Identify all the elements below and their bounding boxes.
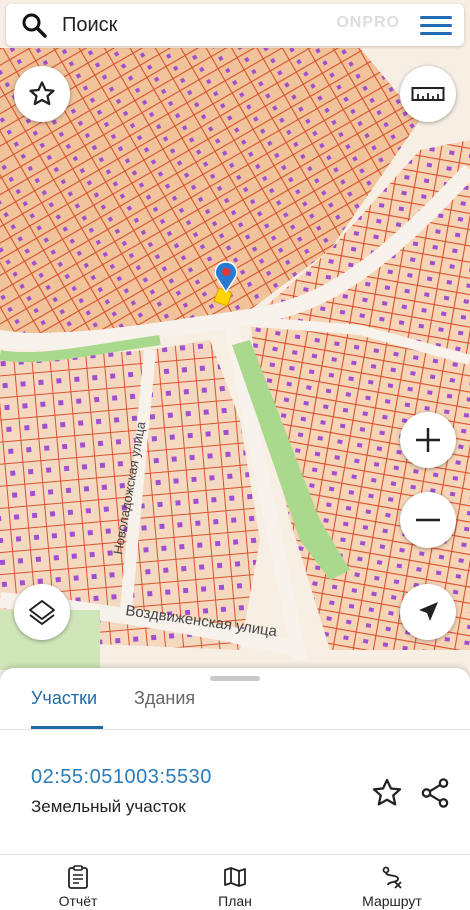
map-view[interactable]: Воздвиженская улица Новоладожская улица	[0, 0, 470, 680]
nav-report[interactable]: Отчёт	[28, 865, 128, 909]
locate-button[interactable]	[400, 584, 456, 640]
nav-route[interactable]: Маршрут	[342, 865, 442, 909]
cadastral-number[interactable]: 02:55:051003:5530	[31, 766, 212, 789]
parcel-item[interactable]: 02:55:051003:5530 Земельный участок	[31, 766, 212, 817]
star-outline-icon	[372, 778, 402, 806]
clipboard-icon	[68, 865, 88, 889]
nav-route-label: Маршрут	[362, 893, 422, 909]
layers-icon	[29, 600, 55, 625]
layers-button[interactable]	[14, 584, 70, 640]
panel-drag-handle[interactable]	[210, 676, 260, 681]
active-tab-indicator	[31, 726, 103, 729]
minus-icon	[416, 518, 440, 522]
navigation-arrow-icon	[419, 602, 438, 621]
watermark-logo: ONPRO	[336, 14, 400, 31]
search-bar: ONPRO	[6, 4, 464, 46]
ruler-button[interactable]	[400, 66, 456, 122]
nav-report-label: Отчёт	[58, 893, 98, 909]
route-icon	[382, 866, 402, 889]
map-icon	[224, 867, 246, 887]
tab-parcels[interactable]: Участки	[31, 688, 97, 709]
search-icon[interactable]	[6, 4, 62, 46]
map-canvas[interactable]: Воздвиженская улица Новоладожская улица	[0, 0, 470, 680]
nav-plan-label: План	[218, 893, 252, 909]
favorite-button[interactable]	[14, 66, 70, 122]
hamburger-menu-icon[interactable]	[408, 4, 464, 46]
parcel-share-button[interactable]	[418, 776, 452, 810]
ruler-icon	[411, 87, 445, 101]
star-outline-icon	[29, 81, 55, 106]
zoom-in-button[interactable]	[400, 412, 456, 468]
share-icon	[421, 778, 449, 808]
tab-buildings[interactable]: Здания	[134, 688, 195, 709]
zoom-out-button[interactable]	[400, 492, 456, 548]
parcel-type: Земельный участок	[31, 797, 186, 816]
plus-icon	[416, 428, 440, 452]
bottom-navigation: Отчёт План Маршрут	[0, 854, 470, 910]
panel-tabs: Участки Здания	[0, 682, 470, 730]
parcel-info-panel: Участки Здания 02:55:051003:5530 Земельн…	[0, 668, 470, 910]
nav-plan[interactable]: План	[185, 865, 285, 909]
parcel-favorite-button[interactable]	[370, 776, 404, 810]
